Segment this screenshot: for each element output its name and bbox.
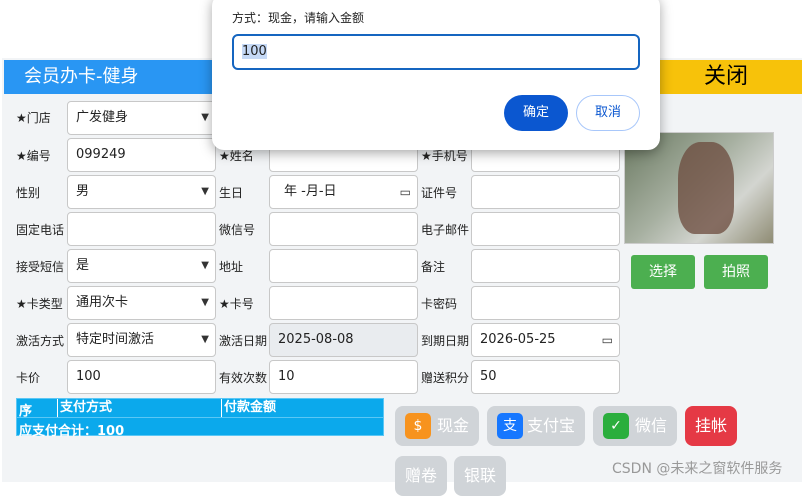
chevron-down-icon: ▼ (201, 112, 209, 123)
tel-label: 固定电话 (16, 223, 65, 237)
amount-input[interactable]: 100 (232, 34, 640, 70)
sms-label: 接受短信 (16, 260, 65, 274)
points-label: 赠送积分 (421, 371, 470, 385)
unionpay-button[interactable]: 银联 (454, 456, 506, 496)
address-label: 地址 (219, 260, 244, 274)
wechat-icon: ✓ (603, 413, 629, 439)
alipay-icon: 支 (497, 413, 523, 439)
calendar-icon[interactable]: ▭ (602, 324, 613, 356)
total-row: 应支付合计：100 (19, 420, 124, 439)
no-label: ★编号 (16, 149, 51, 163)
cardpwd-label: 卡密码 (421, 297, 458, 311)
birthday-label: 生日 (219, 186, 244, 200)
cardtype-value: 通用次卡 (76, 295, 129, 310)
chevron-down-icon: ▼ (201, 334, 209, 345)
idcard-input[interactable] (471, 175, 620, 209)
expire-label: 到期日期 (421, 334, 470, 348)
cardpwd-input[interactable] (471, 286, 620, 320)
times-input[interactable]: 10 (269, 360, 418, 394)
cardtype-label: ★卡类型 (16, 297, 63, 311)
wechat-input[interactable] (269, 212, 418, 246)
close-button[interactable]: 关闭 (650, 60, 802, 94)
chevron-down-icon: ▼ (201, 297, 209, 308)
sms-value: 是 (76, 258, 90, 273)
birthday-input[interactable]: 年 -月-日 ▭ (269, 175, 418, 209)
cash-label: 现金 (437, 416, 470, 435)
remark-label: 备注 (421, 260, 446, 274)
times-label: 有效次数 (219, 371, 268, 385)
ok-button[interactable]: 确定 (504, 95, 568, 131)
email-label: 电子邮件 (421, 223, 470, 237)
expire-value: 2026-05-25 (480, 332, 556, 347)
activate-label: 激活方式 (16, 334, 65, 348)
prompt-dialog: 方式：现金，请输入金额 100 确定 取消 (212, 0, 660, 150)
cancel-button[interactable]: 取消 (576, 95, 640, 131)
idcard-label: 证件号 (421, 186, 458, 200)
col-amount: 付款金额 (221, 399, 276, 417)
email-input[interactable] (471, 212, 620, 246)
select-photo-button[interactable]: 选择 (631, 255, 695, 289)
cardno-label: ★卡号 (219, 297, 254, 311)
price-input[interactable]: 100 (67, 360, 216, 394)
birthday-value: 年 -月-日 (284, 184, 337, 199)
gender-value: 男 (76, 184, 90, 199)
col-method: 支付方式 (57, 399, 112, 417)
wechat-label: 微信号 (219, 223, 256, 237)
cardtype-select[interactable]: 通用次卡 ▼ (67, 286, 216, 320)
table-header-row: 序 支付方式 付款金额 (17, 399, 383, 419)
store-label: ★门店 (16, 111, 51, 125)
credit-button[interactable]: 挂帐 (685, 406, 737, 446)
calendar-icon[interactable]: ▭ (400, 176, 411, 208)
gender-select[interactable]: 男 ▼ (67, 175, 216, 209)
actdate-label: 激活日期 (219, 334, 268, 348)
activate-value: 特定时间激活 (76, 332, 155, 347)
store-value: 广发健身 (76, 110, 129, 125)
chevron-down-icon: ▼ (201, 260, 209, 271)
actdate-input: 2025-08-08 (269, 323, 418, 357)
remark-input[interactable] (471, 249, 620, 283)
cash-button[interactable]: $ 现金 (395, 406, 479, 446)
gender-label: 性别 (16, 186, 41, 200)
voucher-button[interactable]: 赠卷 (395, 456, 447, 496)
dialog-message: 方式：现金，请输入金额 (232, 11, 365, 25)
no-input[interactable]: 099249 (67, 138, 216, 172)
col-seq: 序 (19, 404, 33, 419)
sms-select[interactable]: 是 ▼ (67, 249, 216, 283)
wechat-pay-button[interactable]: ✓ 微信 (593, 406, 677, 446)
payment-table: 序 支付方式 付款金额 应支付合计：100 (16, 398, 384, 439)
expire-input[interactable]: 2026-05-25 ▭ (471, 323, 620, 357)
photo-subject (678, 142, 734, 234)
total-value: 100 (97, 424, 125, 439)
watermark: CSDN @未来之窗软件服务 (612, 461, 783, 477)
cardno-input[interactable] (269, 286, 418, 320)
address-input[interactable] (269, 249, 418, 283)
take-photo-button[interactable]: 拍照 (704, 255, 768, 289)
amount-value: 100 (242, 44, 267, 59)
price-label: 卡价 (16, 371, 41, 385)
tel-input[interactable] (67, 212, 216, 246)
money-bag-icon: $ (405, 413, 431, 439)
alipay-label: 支付宝 (527, 416, 576, 435)
alipay-button[interactable]: 支 支付宝 (487, 406, 585, 446)
wechat-pay-label: 微信 (635, 416, 668, 435)
store-select[interactable]: 广发健身 ▼ (67, 101, 216, 135)
chevron-down-icon: ▼ (201, 186, 209, 197)
activate-select[interactable]: 特定时间激活 ▼ (67, 323, 216, 357)
total-label: 应支付合计： (19, 424, 98, 439)
points-input[interactable]: 50 (471, 360, 620, 394)
